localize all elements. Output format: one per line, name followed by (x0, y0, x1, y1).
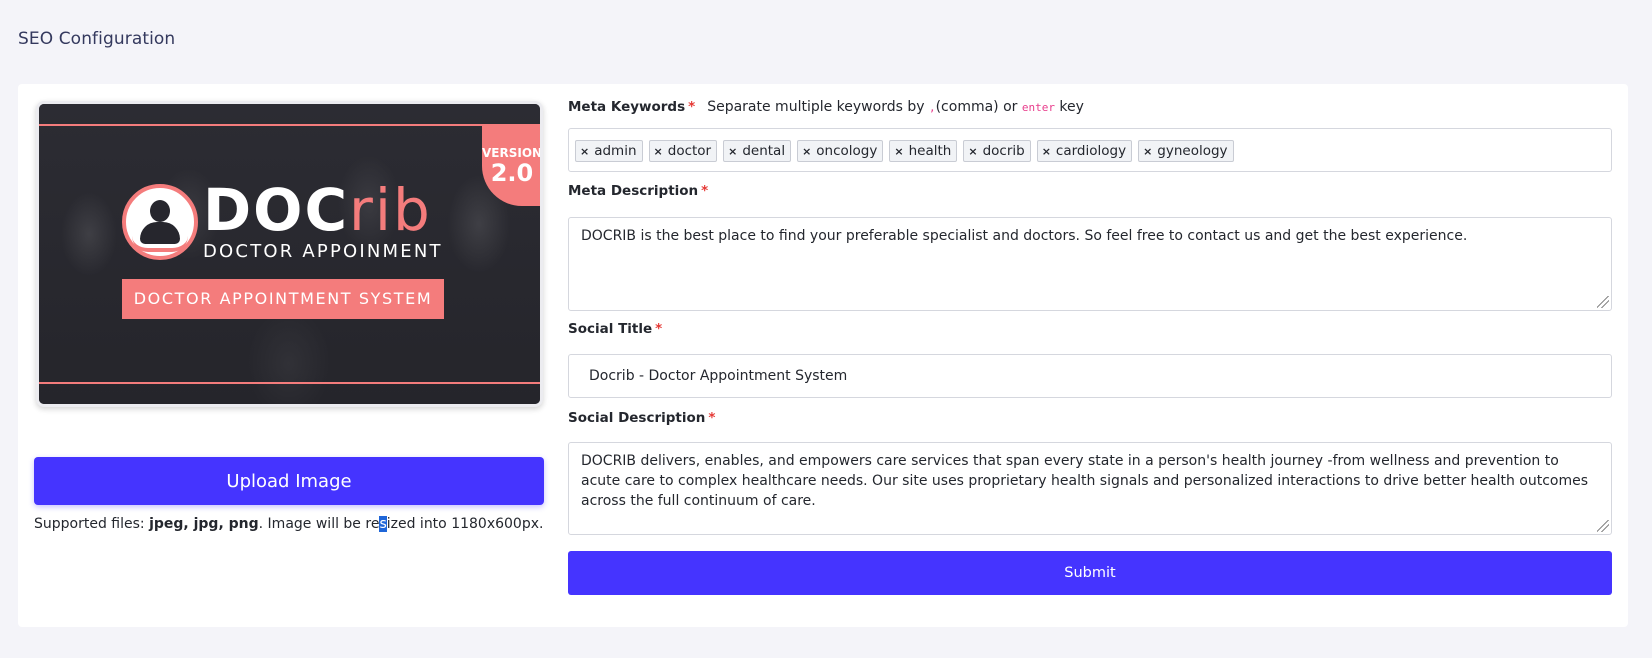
remove-tag-icon[interactable]: × (968, 145, 977, 158)
remove-tag-icon[interactable]: × (1143, 145, 1152, 158)
social-title-value: Docrib - Doctor Appointment System (589, 368, 848, 384)
supported-files-note: Supported files: jpeg, jpg, png. Image w… (34, 516, 544, 532)
keyword-tag: × gyneology (1138, 140, 1234, 162)
upload-image-button[interactable]: Upload Image (34, 457, 544, 505)
keyword-tag-list: × admin × doctor × dental × oncology × health × doc… (569, 129, 1611, 173)
banner-logo-text: DOCrib (203, 176, 432, 244)
keyword-tag-label: health (908, 143, 952, 159)
submit-button[interactable]: Submit (568, 551, 1612, 595)
keyword-tag-label: doctor (667, 143, 712, 159)
keyword-tag-label: oncology (816, 143, 878, 159)
social-title-label: Social Title * (568, 321, 663, 337)
social-description-label: Social Description * (568, 410, 716, 426)
keyword-tag: × admin (575, 140, 643, 162)
remove-tag-icon[interactable]: × (802, 145, 811, 158)
social-description-textarea[interactable]: DOCRIB delivers, enables, and empowers c… (568, 442, 1612, 535)
remove-tag-icon[interactable]: × (1042, 145, 1051, 158)
social-description-value: DOCRIB delivers, enables, and empowers c… (581, 453, 1589, 509)
remove-tag-icon[interactable]: × (654, 145, 663, 158)
meta-keywords-hint: Separate multiple keywords by ,(comma) o… (707, 99, 1084, 115)
banner-top-line (39, 124, 540, 126)
meta-description-value: DOCRIB is the best place to find your pr… (581, 228, 1468, 244)
meta-keywords-input[interactable]: × admin × doctor × dental × oncology × health × doc… (568, 128, 1612, 172)
keyword-tag: × oncology (797, 140, 884, 162)
keyword-tag: × docrib (963, 140, 1031, 162)
social-title-input[interactable]: Docrib - Doctor Appointment System (568, 354, 1612, 398)
keyword-tag-label: gyneology (1157, 143, 1228, 159)
page-title: SEO Configuration (18, 29, 176, 49)
resize-handle-icon[interactable] (1597, 520, 1609, 532)
keyword-tag-label: dental (742, 143, 786, 159)
remove-tag-icon[interactable]: × (580, 145, 589, 158)
doctor-logo-icon (122, 184, 198, 260)
banner-band: DOCTOR APPOINTMENT SYSTEM (122, 279, 444, 319)
keyword-tag: × dental (723, 140, 792, 162)
meta-keywords-label: Meta Keywords * Separate multiple keywords… (568, 99, 1084, 115)
meta-description-label: Meta Description * (568, 183, 709, 199)
seo-form-card: VERSION 2.0 DOCrib DOCTOR APPOINMENT DOC… (18, 84, 1628, 627)
remove-tag-icon[interactable]: × (728, 145, 737, 158)
remove-tag-icon[interactable]: × (894, 145, 903, 158)
banner-subtitle: DOCTOR APPOINMENT (203, 241, 443, 262)
keyword-tag: × health (889, 140, 958, 162)
seo-image-preview: VERSION 2.0 DOCrib DOCTOR APPOINMENT DOC… (36, 101, 543, 407)
banner-bottom-line (39, 382, 540, 384)
keyword-tag-label: cardiology (1055, 143, 1127, 159)
keyword-tag: × cardiology (1036, 140, 1133, 162)
keyword-tag-label: admin (594, 143, 637, 159)
meta-description-textarea[interactable]: DOCRIB is the best place to find your pr… (568, 217, 1612, 311)
keyword-tag-label: docrib (982, 143, 1025, 159)
resize-handle-icon[interactable] (1597, 296, 1609, 308)
keyword-tag: × doctor (648, 140, 718, 162)
